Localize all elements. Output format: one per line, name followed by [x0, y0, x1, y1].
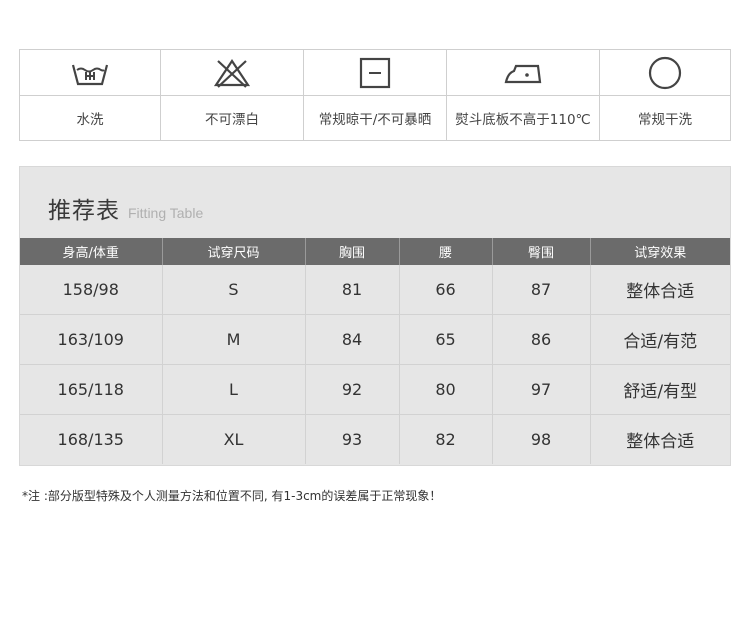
cell-size: S	[162, 265, 306, 315]
table-row: 168/135 XL 93 82 98 整体合适	[20, 414, 730, 464]
cell-effect: 合适/有范	[590, 314, 730, 365]
fitting-table-panel: 推荐表 Fitting Table 身高/体重 试穿尺码 胸围 腰 臀围 试穿效…	[19, 166, 731, 466]
care-cell-iron: 熨斗底板不高于110℃	[447, 50, 600, 140]
cell-bust: 84	[305, 314, 400, 365]
cell-waist: 80	[399, 364, 493, 415]
title-chinese: 推荐表	[48, 198, 120, 224]
cell-hip: 98	[492, 414, 591, 464]
iron-icon	[504, 64, 542, 83]
cell-height-weight: 168/135	[20, 414, 163, 464]
header-height-weight: 身高/体重	[20, 238, 163, 265]
care-label-dryclean: 常规干洗	[638, 112, 692, 128]
cell-waist: 65	[399, 314, 493, 365]
table-row: 158/98 S 81 66 87 整体合适	[20, 265, 730, 315]
cell-hip: 86	[492, 314, 591, 365]
line-dry-icon	[359, 57, 391, 88]
wash-basin-icon	[71, 64, 109, 85]
cell-bust: 81	[305, 265, 400, 315]
cell-size: XL	[162, 414, 306, 464]
care-label-bleach: 不可漂白	[205, 112, 259, 128]
care-cell-dryclean: 常规干洗	[600, 50, 730, 140]
cell-effect: 整体合适	[590, 265, 730, 315]
care-label-dry: 常规晾干/不可暴晒	[318, 112, 432, 128]
title-english: Fitting Table	[128, 205, 204, 221]
size-table: 身高/体重 试穿尺码 胸围 腰 臀围 试穿效果 158/98 S 81 66 8…	[20, 238, 730, 464]
header-hip: 臀围	[492, 238, 591, 265]
care-cell-dry: 常规晾干/不可暴晒	[304, 50, 447, 140]
fitting-table-title: 推荐表 Fitting Table	[48, 191, 203, 225]
header-effect: 试穿效果	[590, 238, 730, 265]
header-size: 试穿尺码	[162, 238, 306, 265]
cell-hip: 97	[492, 364, 591, 415]
care-cell-bleach: 不可漂白	[161, 50, 304, 140]
care-label-iron: 熨斗底板不高于110℃	[455, 112, 591, 128]
table-row: 165/118 L 92 80 97 舒适/有型	[20, 364, 730, 415]
measurement-note: *注 :部分版型特殊及个人测量方法和位置不同, 有1-3cm的误差属于正常现象！	[22, 489, 442, 503]
cell-size: L	[162, 364, 306, 415]
table-header-row: 身高/体重 试穿尺码 胸围 腰 臀围 试穿效果	[20, 238, 730, 265]
header-bust: 胸围	[305, 238, 400, 265]
cell-waist: 82	[399, 414, 493, 464]
cell-hip: 87	[492, 265, 591, 315]
cell-bust: 93	[305, 414, 400, 464]
header-waist: 腰	[399, 238, 493, 265]
cell-effect: 整体合适	[626, 432, 695, 452]
cell-effect: 舒适/有型	[590, 364, 730, 415]
care-cell-wash: 水洗	[20, 50, 161, 140]
cell-bust: 92	[305, 364, 400, 415]
cell-height-weight: 165/118	[20, 364, 163, 415]
cell-height-weight: 158/98	[20, 265, 163, 315]
dry-clean-icon	[648, 56, 682, 89]
cell-height-weight: 163/109	[20, 314, 163, 365]
care-symbols-table: 水洗 不可漂白 常规晾干/不可暴晒 熨斗底板不高于110℃ 常规干洗	[19, 49, 731, 141]
cell-waist: 66	[399, 265, 493, 315]
do-not-bleach-icon	[213, 58, 251, 88]
care-label-wash: 水洗	[76, 112, 104, 128]
table-row: 163/109 M 84 65 86 合适/有范	[20, 314, 730, 365]
cell-size: M	[162, 314, 306, 365]
